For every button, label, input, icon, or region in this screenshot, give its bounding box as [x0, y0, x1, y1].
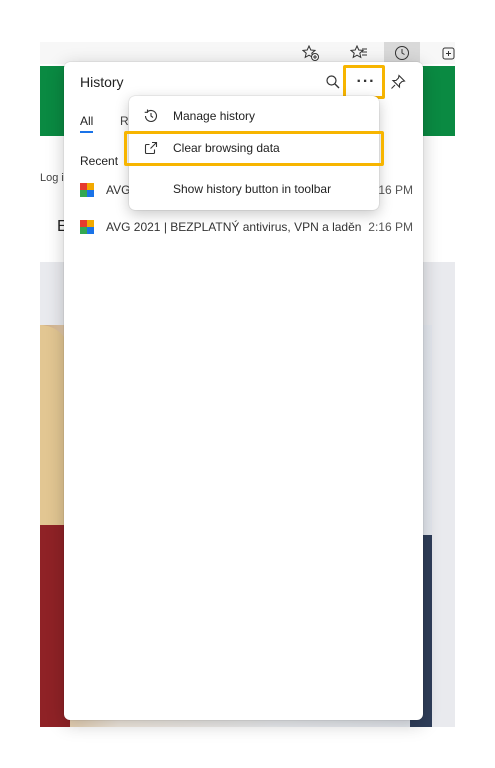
- pin-button[interactable]: [384, 68, 412, 96]
- pin-icon: [391, 74, 406, 89]
- history-icon: [144, 109, 158, 122]
- tab-all[interactable]: All: [80, 114, 94, 133]
- recent-section-label: Recent: [80, 154, 119, 168]
- history-icon[interactable]: [384, 42, 420, 64]
- add-favorite-icon[interactable]: [295, 42, 327, 64]
- avg-favicon-icon: [80, 183, 94, 197]
- history-item-time: 16 PM: [378, 183, 413, 197]
- avg-favicon-icon: [80, 220, 94, 234]
- collections-icon[interactable]: [432, 42, 455, 64]
- history-item-title: AVG 2021 | BEZPLATNÝ antivirus, VPN a la…: [106, 220, 363, 234]
- browser-toolbar: [40, 42, 455, 64]
- more-button-highlight: [343, 65, 385, 99]
- menu-item-manage-history[interactable]: Manage history: [129, 101, 379, 131]
- favorites-icon[interactable]: [343, 42, 375, 64]
- menu-item-label: Show history button in toolbar: [173, 182, 332, 196]
- history-panel-title: History: [80, 74, 124, 90]
- clear-browsing-data-highlight: [124, 131, 384, 166]
- menu-item-show-history-button[interactable]: Show history button in toolbar: [129, 174, 379, 204]
- history-item-time: 2:16 PM: [368, 220, 413, 234]
- history-item[interactable]: AVG 2021 | BEZPLATNÝ antivirus, VPN a la…: [80, 216, 413, 238]
- menu-item-label: Manage history: [173, 109, 256, 123]
- search-icon: [326, 75, 340, 89]
